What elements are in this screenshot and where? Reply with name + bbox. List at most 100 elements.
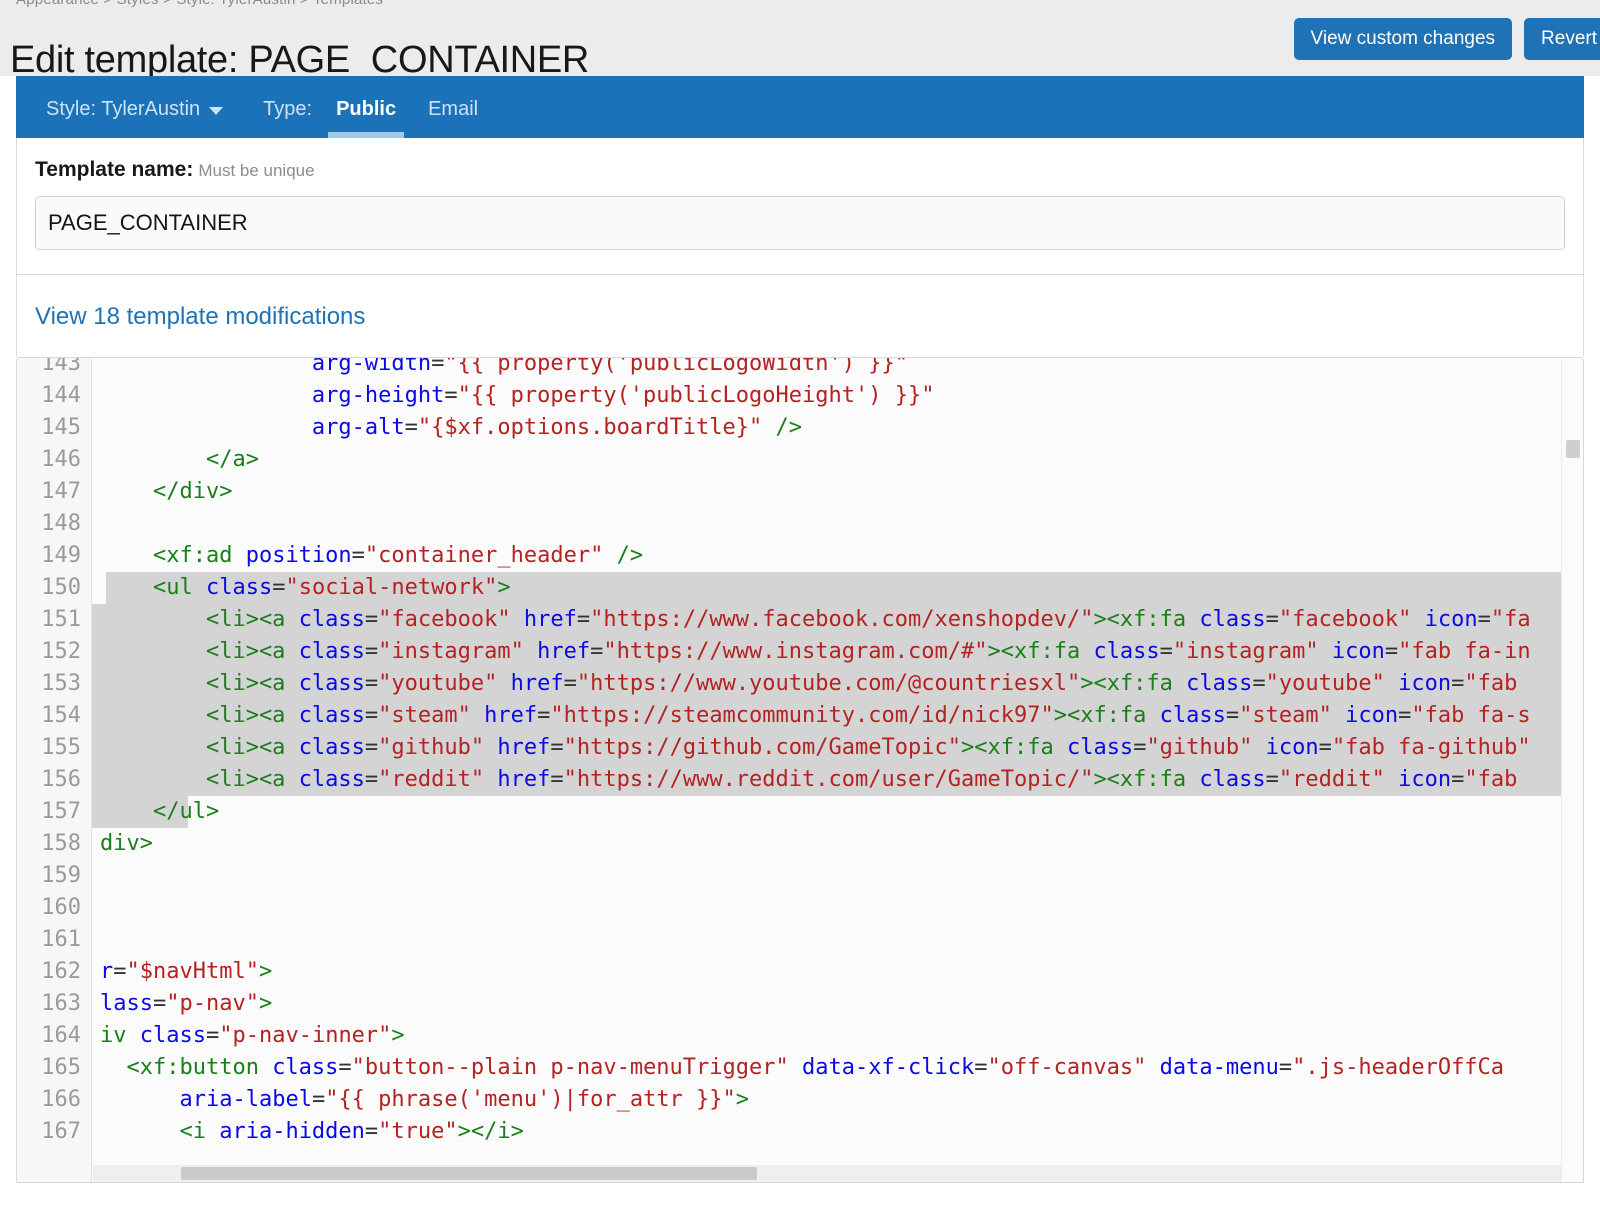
- code-line[interactable]: arg-height="{{ property('publicLogoHeigh…: [92, 380, 1583, 412]
- code-token: "fa: [1490, 607, 1531, 632]
- code-token: icon: [1345, 703, 1399, 728]
- code-token: =: [364, 1119, 379, 1144]
- code-token: href: [510, 671, 564, 696]
- code-token: <li><a: [100, 671, 299, 696]
- code-line[interactable]: </ul>: [92, 796, 1583, 828]
- code-token: class: [298, 607, 365, 632]
- code-token: <li><a: [100, 735, 299, 760]
- code-line[interactable]: [92, 924, 1583, 956]
- code-token: div>: [100, 831, 153, 856]
- code-line[interactable]: <li><a class="github" href="https://gith…: [92, 732, 1583, 764]
- code-line[interactable]: <li><a class="youtube" href="https://www…: [92, 668, 1583, 700]
- code-line[interactable]: <li><a class="facebook" href="https://ww…: [92, 604, 1583, 636]
- editor-vertical-scrollbar-thumb[interactable]: [1566, 440, 1580, 459]
- code-token: ><xf:fa: [1053, 703, 1160, 728]
- code-token: </ul>: [100, 799, 220, 824]
- code-token: class: [298, 671, 365, 696]
- code-token: icon: [1398, 671, 1452, 696]
- line-number: 167: [41, 1119, 81, 1144]
- code-line[interactable]: <ul class="social-network">: [92, 572, 1583, 604]
- code-line[interactable]: arg-width="{{ property('publicLogoWidth'…: [92, 357, 1583, 380]
- line-number: 165: [41, 1055, 81, 1080]
- revert-button[interactable]: Revert: [1524, 18, 1600, 60]
- code-token: aria-hidden: [219, 1119, 365, 1144]
- line-number: 161: [41, 927, 81, 952]
- code-token: </div>: [100, 479, 233, 504]
- code-token: "$navHtml": [126, 959, 259, 984]
- code-line[interactable]: arg-alt="{$xf.options.boardTitle}" />: [92, 412, 1583, 444]
- style-selector[interactable]: Style: TylerAustin: [30, 98, 239, 138]
- template-name-label: Template name: Must be unique: [35, 158, 1565, 182]
- page-title: Edit template: PAGE_CONTAINER: [10, 39, 590, 76]
- code-token: "instagram": [378, 639, 524, 664]
- code-token: =: [1265, 767, 1279, 792]
- code-token: "instagram": [1172, 639, 1319, 664]
- code-token: "https://github.com/GameTopic": [563, 735, 961, 760]
- code-token: =: [563, 671, 577, 696]
- line-number: 157: [41, 799, 81, 824]
- editor-horizontal-scrollbar[interactable]: [93, 1165, 1561, 1182]
- template-name-input[interactable]: [35, 196, 1565, 250]
- editor-vertical-scrollbar[interactable]: [1561, 358, 1583, 1182]
- editor-code-area[interactable]: arg-width="{{ property('publicLogoWidth'…: [92, 357, 1583, 1182]
- code-line[interactable]: aria-label="{{ phrase('menu')|for_attr }…: [92, 1084, 1583, 1116]
- code-line[interactable]: <xf:ad position="container_header" />: [92, 540, 1583, 572]
- breadcrumb[interactable]: Appearance > Styles > Style: TylerAustin…: [16, 0, 383, 8]
- code-line[interactable]: iv class="p-nav-inner">: [92, 1020, 1583, 1052]
- code-line[interactable]: div>: [92, 828, 1583, 860]
- code-token: =: [404, 415, 418, 440]
- code-line[interactable]: r="$navHtml">: [92, 956, 1583, 988]
- code-line[interactable]: [92, 508, 1583, 540]
- code-token: >: [735, 1087, 750, 1112]
- view-custom-changes-button[interactable]: View custom changes: [1293, 18, 1513, 60]
- code-token: "off-canvas": [987, 1055, 1147, 1080]
- code-token: =: [152, 991, 167, 1016]
- line-number: 153: [41, 671, 81, 696]
- code-token: arg-alt: [311, 415, 405, 440]
- code-line[interactable]: </div>: [92, 476, 1583, 508]
- code-line[interactable]: lass="p-nav">: [92, 988, 1583, 1020]
- editor-horizontal-scrollbar-thumb[interactable]: [181, 1167, 757, 1180]
- template-name-block: Template name: Must be unique: [16, 138, 1584, 275]
- code-token: position: [245, 543, 352, 568]
- line-number: 143: [41, 357, 81, 376]
- line-number: 149: [41, 543, 81, 568]
- code-token: icon: [1398, 767, 1452, 792]
- code-token: href: [484, 703, 538, 728]
- code-line[interactable]: [92, 892, 1583, 924]
- line-number: 152: [41, 639, 81, 664]
- code-token: "youtube": [1265, 671, 1385, 696]
- line-number: 146: [41, 447, 81, 472]
- code-token: =: [1384, 639, 1399, 664]
- code-token: =: [550, 735, 564, 760]
- tab-public[interactable]: Public: [320, 98, 412, 138]
- code-token: =: [364, 671, 379, 696]
- code-token: <xf:ad: [100, 543, 246, 568]
- code-line[interactable]: <i aria-hidden="true"></i>: [92, 1116, 1583, 1148]
- code-line[interactable]: </a>: [92, 444, 1583, 476]
- code-token: =: [431, 357, 445, 376]
- view-template-modifications-link[interactable]: View 18 template modifications: [35, 303, 365, 330]
- code-token: data-menu: [1159, 1055, 1279, 1080]
- code-token: "facebook": [378, 607, 511, 632]
- code-line[interactable]: <li><a class="instagram" href="https://w…: [92, 636, 1583, 668]
- template-code-editor[interactable]: 143 144 145 146 147 148 149 150 151 152 153 154 155 1…: [16, 357, 1584, 1183]
- code-line[interactable]: <li><a class="reddit" href="https://www.…: [92, 764, 1583, 796]
- code-line[interactable]: <xf:button class="button--plain p-nav-me…: [92, 1052, 1583, 1084]
- code-token: iv: [100, 1023, 140, 1048]
- code-token: =: [364, 767, 379, 792]
- tab-email[interactable]: Email: [412, 98, 494, 138]
- code-token: class: [139, 1023, 206, 1048]
- code-line[interactable]: [92, 860, 1583, 892]
- code-token: "https://steamcommunity.com/id/nick97": [550, 703, 1054, 728]
- code-token: "steam": [378, 703, 471, 728]
- code-line[interactable]: <li><a class="steam" href="https://steam…: [92, 700, 1583, 732]
